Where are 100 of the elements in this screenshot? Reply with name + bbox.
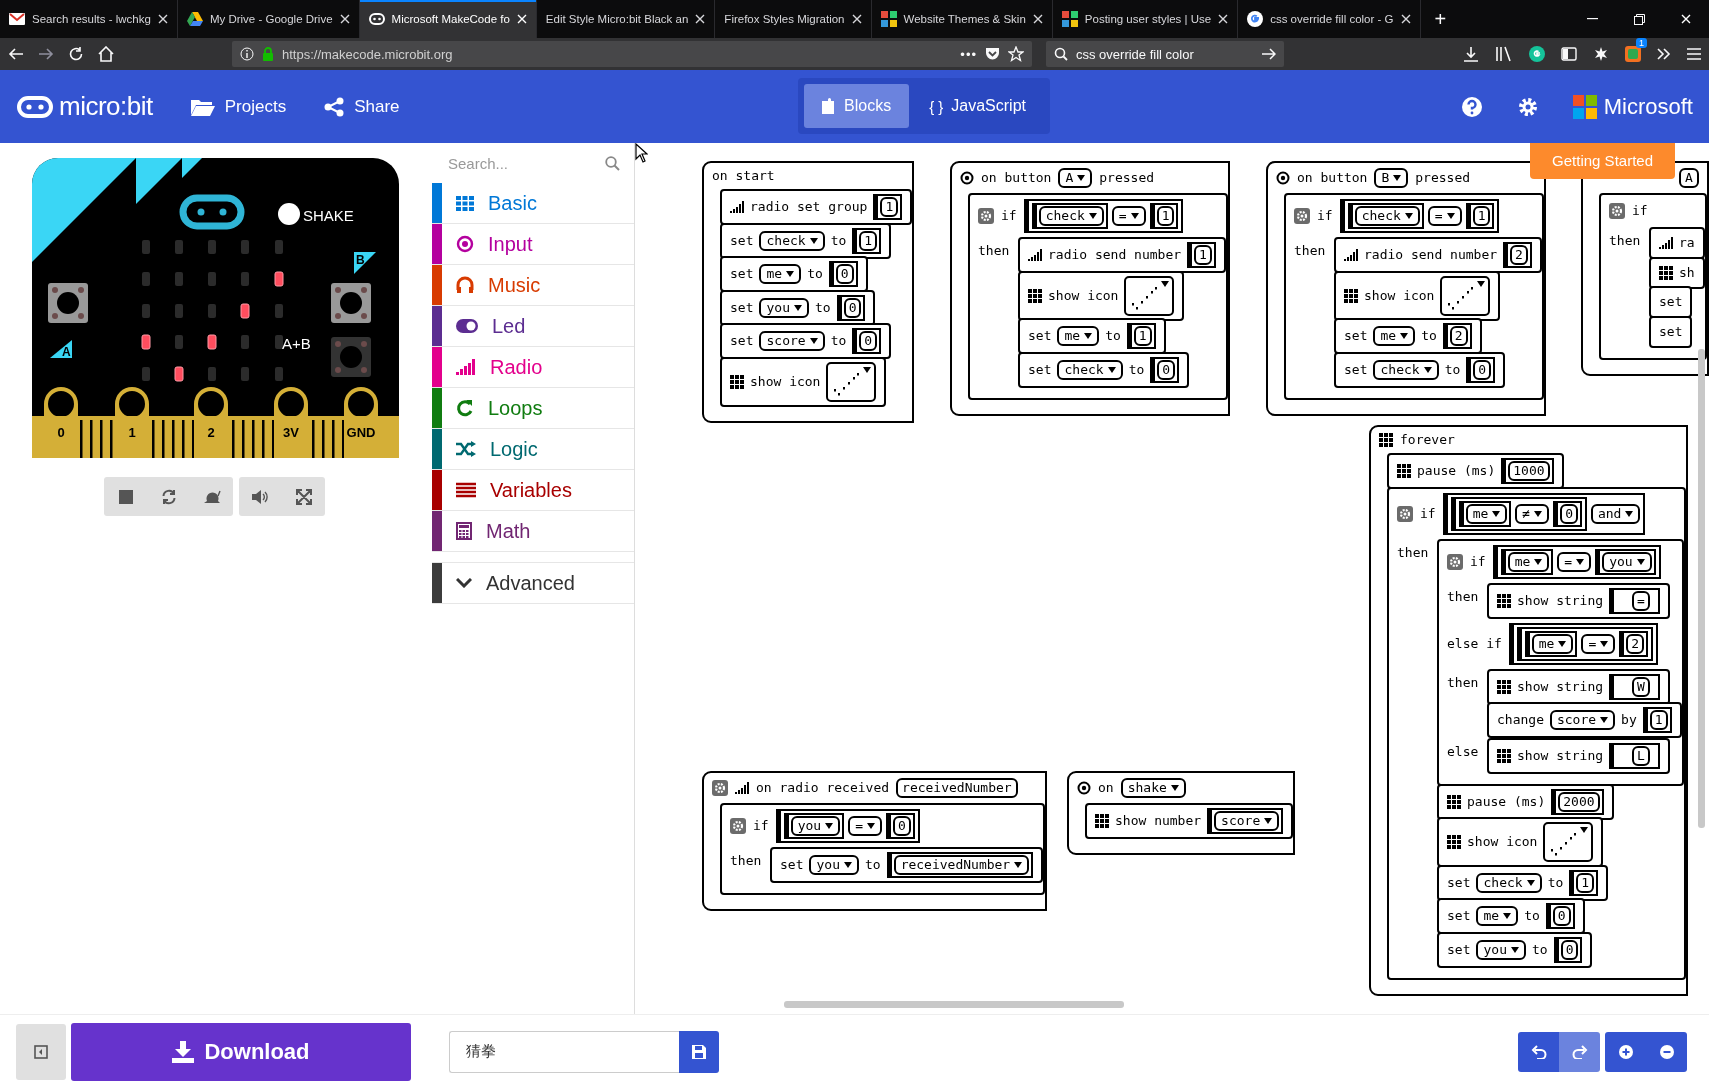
category-item[interactable]: Input bbox=[432, 224, 634, 265]
code-block[interactable]: show string = bbox=[1487, 582, 1670, 619]
download-button[interactable]: Download bbox=[71, 1022, 411, 1081]
number-field[interactable]: 1 bbox=[880, 197, 899, 217]
code-block[interactable]: pause (ms) 1000 bbox=[1387, 453, 1564, 489]
event-block[interactable]: on start radio set group 1 set check to 1 set me to 0 set you to 0 set score to 0 show icon bbox=[702, 161, 915, 423]
dropdown-field[interactable]: shake bbox=[1120, 778, 1186, 798]
led-icon-picker[interactable] bbox=[1440, 275, 1491, 316]
number-field[interactable]: 0 bbox=[1157, 359, 1176, 380]
library-icon[interactable] bbox=[1495, 46, 1513, 62]
event-block[interactable] bbox=[1369, 425, 1688, 996]
dropdown-field[interactable]: = bbox=[1427, 206, 1462, 226]
back-icon[interactable] bbox=[8, 46, 24, 62]
category-item[interactable]: Led bbox=[432, 306, 634, 347]
dropdown-field[interactable]: = bbox=[1557, 551, 1592, 572]
led-icon-picker[interactable] bbox=[1543, 822, 1594, 862]
sidebar-icon[interactable] bbox=[1561, 47, 1577, 61]
number-field[interactable]: 0 bbox=[892, 816, 911, 836]
editor-tab[interactable]: Blocks bbox=[804, 84, 910, 128]
category-item[interactable]: Music bbox=[432, 265, 634, 306]
letter-g-circle-icon[interactable] bbox=[1529, 46, 1545, 62]
code-block[interactable]: show string L bbox=[1487, 738, 1670, 774]
code-block[interactable]: show icon bbox=[1334, 270, 1501, 321]
text-field[interactable]: L bbox=[1632, 746, 1650, 766]
dropdown-field[interactable]: you bbox=[759, 297, 809, 318]
dropdown-field[interactable]: and bbox=[1590, 503, 1641, 524]
zoom-in-button[interactable] bbox=[1605, 1031, 1646, 1072]
number-field[interactable]: 2 bbox=[1449, 326, 1468, 346]
condition-block[interactable]: me = 2 bbox=[1508, 622, 1659, 665]
vertical-scrollbar[interactable] bbox=[1698, 349, 1705, 828]
number-field[interactable]: 1 bbox=[1649, 710, 1668, 730]
close-icon[interactable] bbox=[695, 14, 706, 24]
zoom-out-button[interactable] bbox=[1646, 1031, 1687, 1072]
address-field[interactable]: https://makecode.microbit.org ••• bbox=[232, 41, 1032, 67]
code-block[interactable]: ra bbox=[1649, 227, 1705, 259]
condition-block[interactable]: me = you bbox=[1492, 544, 1661, 579]
code-block[interactable]: set me to 1 bbox=[1018, 318, 1166, 354]
close-icon[interactable] bbox=[339, 14, 350, 24]
dropdown-field[interactable]: you bbox=[809, 855, 859, 875]
code-block[interactable]: show string W bbox=[1487, 668, 1670, 705]
dropdown-field[interactable]: ≠ bbox=[1515, 503, 1550, 524]
dropdown-field[interactable]: me bbox=[1057, 326, 1100, 346]
number-field[interactable]: 0 bbox=[1560, 939, 1579, 960]
condition-block[interactable]: check = 1 bbox=[1023, 199, 1184, 233]
variable-dropdown[interactable]: you bbox=[790, 816, 841, 836]
save-button[interactable] bbox=[679, 1030, 719, 1073]
code-block[interactable]: set bbox=[1649, 286, 1693, 318]
category-item[interactable]: Logic bbox=[432, 429, 634, 470]
home-icon[interactable] bbox=[98, 46, 114, 62]
variable-dropdown[interactable]: me bbox=[1465, 503, 1508, 524]
page-actions-button[interactable]: ••• bbox=[960, 46, 977, 62]
variable-dropdown[interactable]: score bbox=[1214, 811, 1280, 831]
number-field[interactable]: 1 bbox=[1156, 206, 1175, 226]
led-icon-picker[interactable] bbox=[1124, 275, 1175, 316]
dropdown-field[interactable]: A bbox=[1058, 168, 1093, 188]
number-field[interactable]: 2000 bbox=[1558, 791, 1600, 812]
code-block[interactable]: sh bbox=[1649, 256, 1705, 289]
number-field[interactable]: 2 bbox=[1510, 245, 1528, 265]
redo-button[interactable] bbox=[1559, 1031, 1600, 1072]
parameter-field[interactable]: A bbox=[1679, 168, 1699, 188]
number-field[interactable]: 0 bbox=[843, 297, 862, 318]
number-field[interactable]: 1 bbox=[1472, 206, 1491, 226]
board-pin[interactable] bbox=[194, 387, 228, 458]
number-field[interactable]: 1 bbox=[859, 230, 878, 251]
led-icon-picker[interactable] bbox=[826, 361, 877, 402]
code-block[interactable]: radio send number 2 bbox=[1334, 237, 1542, 273]
horizontal-scrollbar[interactable] bbox=[784, 1001, 1124, 1008]
variable-dropdown[interactable]: me bbox=[1507, 551, 1550, 572]
condition-block[interactable]: me ≠ 0 and bbox=[1442, 492, 1646, 535]
text-field[interactable]: = bbox=[1632, 590, 1650, 611]
parameter-field[interactable]: receivedNumber bbox=[896, 778, 1018, 798]
variable-dropdown[interactable]: check bbox=[1038, 206, 1104, 226]
if-block[interactable]: if check = 1 then radio send number 2 show icon set me to 2 set check to 0 bbox=[1284, 193, 1544, 400]
code-block[interactable]: set score to 0 bbox=[720, 323, 892, 359]
forward-icon[interactable] bbox=[38, 46, 54, 62]
logo-text[interactable]: micro:bit bbox=[59, 91, 153, 122]
close-icon[interactable] bbox=[1400, 14, 1411, 24]
dropdown-field[interactable]: you bbox=[1476, 939, 1526, 960]
condition-block[interactable]: you = 0 bbox=[775, 809, 920, 843]
category-item[interactable]: Variables bbox=[432, 470, 634, 511]
number-field[interactable]: 0 bbox=[1560, 503, 1578, 524]
number-field[interactable]: 1000 bbox=[1508, 461, 1550, 481]
condition-block[interactable]: check = 1 bbox=[1339, 199, 1500, 233]
dropdown-field[interactable]: me bbox=[1476, 906, 1519, 926]
variable-dropdown[interactable]: me bbox=[1531, 633, 1574, 654]
number-field[interactable]: 2 bbox=[1626, 633, 1645, 654]
number-field[interactable]: 1 bbox=[1576, 872, 1595, 893]
brand-name[interactable]: Microsoft bbox=[1603, 93, 1693, 120]
number-field[interactable]: 0 bbox=[835, 264, 854, 284]
collapse-button[interactable] bbox=[16, 1023, 66, 1080]
dropdown-field[interactable]: score bbox=[1549, 710, 1616, 730]
dropdown-field[interactable]: check bbox=[1476, 872, 1542, 893]
code-block[interactable]: set bbox=[1649, 315, 1693, 348]
dropdown-field[interactable]: me bbox=[1373, 326, 1416, 346]
number-field[interactable]: 0 bbox=[1473, 359, 1492, 380]
number-field[interactable]: 0 bbox=[859, 331, 878, 351]
arrow-right-icon[interactable] bbox=[1262, 48, 1276, 60]
category-item[interactable]: Math bbox=[432, 511, 634, 552]
code-block[interactable]: radio set group 1 bbox=[720, 189, 913, 225]
browser-tab[interactable]: Microsoft MakeCode fo bbox=[359, 0, 537, 38]
